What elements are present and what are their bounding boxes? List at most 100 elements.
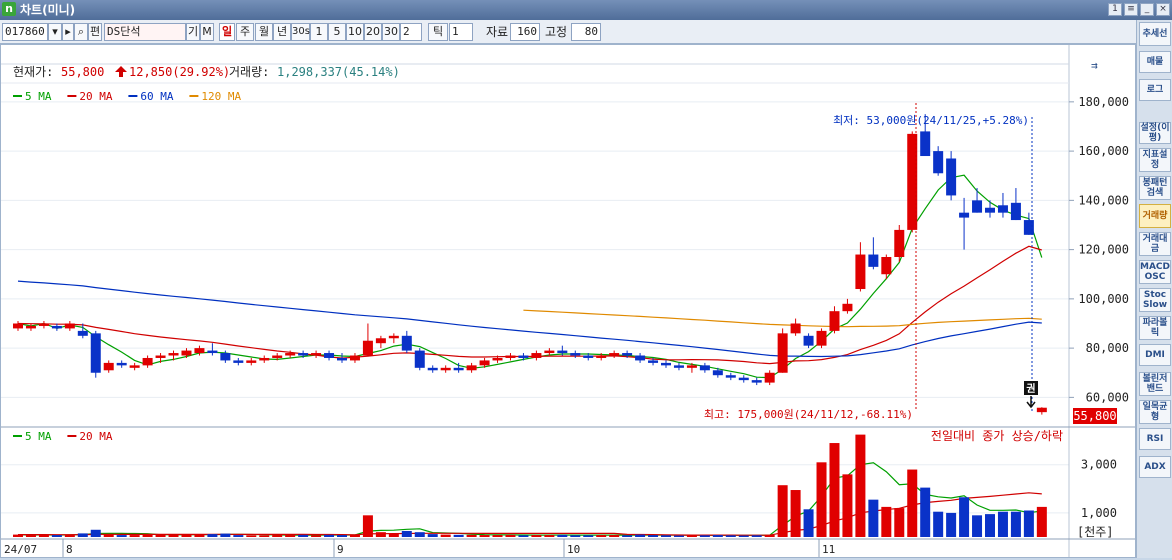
company-info-button[interactable]: 기 [186, 23, 200, 41]
price-legend: 5 MA 20 MA 60 MA 120 MA [13, 90, 242, 103]
volume-unit-label: [천주] [1077, 524, 1114, 539]
up-arrow-icon [115, 66, 127, 77]
sidebar-button[interactable]: 거래대금 [1139, 232, 1171, 256]
price-tick-label: 80,000 [1086, 341, 1129, 355]
volume-bar [505, 534, 516, 537]
volume-bar [544, 535, 555, 537]
close-button[interactable]: × [1156, 3, 1170, 16]
date-tick-label: 11 [822, 543, 835, 556]
sidebar-button[interactable]: 봉패턴검색 [1139, 176, 1171, 200]
sidebar-button[interactable]: 파라볼릭 [1139, 316, 1171, 340]
pin-icon[interactable]: 1 [1108, 3, 1122, 16]
period-daily-tab[interactable]: 일 [219, 23, 235, 41]
candle-body [51, 325, 62, 329]
chart-window: n 차트(미니) 1 ≡ _ × 017860 ▾ ▸ ⌕ 편 DS단석 기 M… [0, 0, 1172, 558]
candle-body [375, 338, 386, 344]
candle-body [673, 365, 684, 368]
volume-bar [401, 530, 412, 537]
data-count-input[interactable]: 160 [510, 23, 540, 41]
sidebar-button[interactable]: ADX [1139, 456, 1171, 478]
candle-body [985, 207, 995, 213]
code-dropdown-icon[interactable]: ▾ [48, 23, 62, 41]
candle-body [881, 257, 892, 275]
sidebar-button[interactable]: 로그 [1139, 79, 1171, 101]
price-legend-item-label: 5 MA [25, 90, 52, 103]
volume-bar [596, 535, 607, 537]
date-tick-label: 24/07 [4, 543, 37, 556]
volume-bar [181, 534, 192, 537]
candle-body [414, 350, 425, 368]
data-count-label: 자료 [486, 25, 509, 39]
volume-bar [686, 535, 697, 537]
m-button[interactable]: M [200, 23, 214, 41]
minimize-button[interactable]: _ [1140, 3, 1154, 16]
volume-bar [168, 534, 179, 537]
fixed-count-input[interactable]: 80 [571, 23, 601, 41]
candle-body [751, 380, 762, 383]
period-20min-tab[interactable]: 20 [364, 23, 382, 41]
candle-body [725, 375, 736, 378]
ma120-line [523, 309, 1042, 328]
volume-bar [375, 532, 386, 537]
candle-body [622, 353, 633, 356]
sidebar-button[interactable]: 설정(이평) [1139, 122, 1171, 144]
candle-body [699, 365, 710, 371]
price-tick-label: 160,000 [1078, 144, 1129, 158]
period-yearly-tab[interactable]: 년 [273, 23, 291, 41]
candle-body [648, 360, 659, 363]
sidebar-button[interactable]: Stoc Slow [1139, 288, 1171, 312]
price-legend-item-label: 60 MA [140, 90, 173, 103]
period-30s-tab[interactable]: 30s [291, 23, 310, 41]
volume-bar [997, 511, 1008, 537]
rights-badge-label: 권 [1026, 383, 1035, 395]
sidebar-button[interactable]: 볼린저밴드 [1139, 372, 1171, 396]
sidebar-button[interactable]: 매물 [1139, 51, 1171, 73]
price-tick-label: 100,000 [1078, 292, 1129, 306]
interval-input[interactable]: 2 [400, 23, 422, 41]
expand-icon[interactable]: ⇉ [1091, 59, 1098, 72]
candle-body [920, 131, 931, 157]
price-axis: 180,000 160,000 140,000 120,000 100,000 80,00… [1069, 95, 1129, 404]
period-weekly-tab[interactable]: 주 [236, 23, 254, 41]
period-5min-tab[interactable]: 5 [328, 23, 346, 41]
fixed-count-label: 고정 [545, 25, 568, 39]
next-arrow-icon[interactable]: ▸ [62, 23, 74, 41]
candle-body [259, 357, 270, 361]
volume-bar [440, 534, 451, 537]
period-monthly-tab[interactable]: 월 [255, 23, 273, 41]
candle-body [298, 353, 309, 356]
chart-panel[interactable]: 현재가: 55,800 12,850(29.92%) 거래량: 1,298,33… [0, 44, 1136, 558]
candle-body [842, 303, 853, 312]
volume-bar [194, 534, 205, 537]
tick-button[interactable]: 틱 [428, 23, 448, 41]
sidebar-button[interactable]: MACD OSC [1139, 260, 1171, 284]
volume-bar [712, 535, 723, 537]
volume-bar [1010, 511, 1021, 537]
candle-body [933, 151, 944, 174]
volume-bar [272, 535, 283, 537]
candle-body [13, 323, 23, 329]
sidebar-button[interactable]: DMI [1139, 344, 1171, 366]
sidebar-button[interactable]: 일목균형 [1139, 400, 1171, 424]
candle-body [518, 355, 529, 358]
sidebar-button[interactable]: 거래량 [1139, 204, 1171, 228]
volume-bar [699, 535, 710, 537]
volume-bar [259, 535, 270, 537]
sidebar-button[interactable]: 추세선 [1139, 22, 1171, 46]
volume-bar [298, 534, 309, 537]
edit-button[interactable]: 편 [88, 23, 102, 41]
volume-bar [453, 534, 464, 537]
period-1min-tab[interactable]: 1 [310, 23, 328, 41]
search-icon[interactable]: ⌕ [74, 23, 88, 41]
candle-body [531, 353, 542, 358]
period-30min-tab[interactable]: 30 [382, 23, 400, 41]
period-10min-tab[interactable]: 10 [346, 23, 364, 41]
tick-input[interactable]: 1 [449, 23, 473, 41]
candle-body [116, 362, 127, 366]
stock-code-input[interactable]: 017860 [2, 23, 48, 41]
menu-icon[interactable]: ≡ [1124, 3, 1138, 16]
volume-bar [77, 533, 88, 537]
sidebar-button[interactable]: 지표설정 [1139, 148, 1171, 172]
sidebar-button[interactable]: RSI [1139, 428, 1171, 450]
candle-body [777, 333, 788, 373]
